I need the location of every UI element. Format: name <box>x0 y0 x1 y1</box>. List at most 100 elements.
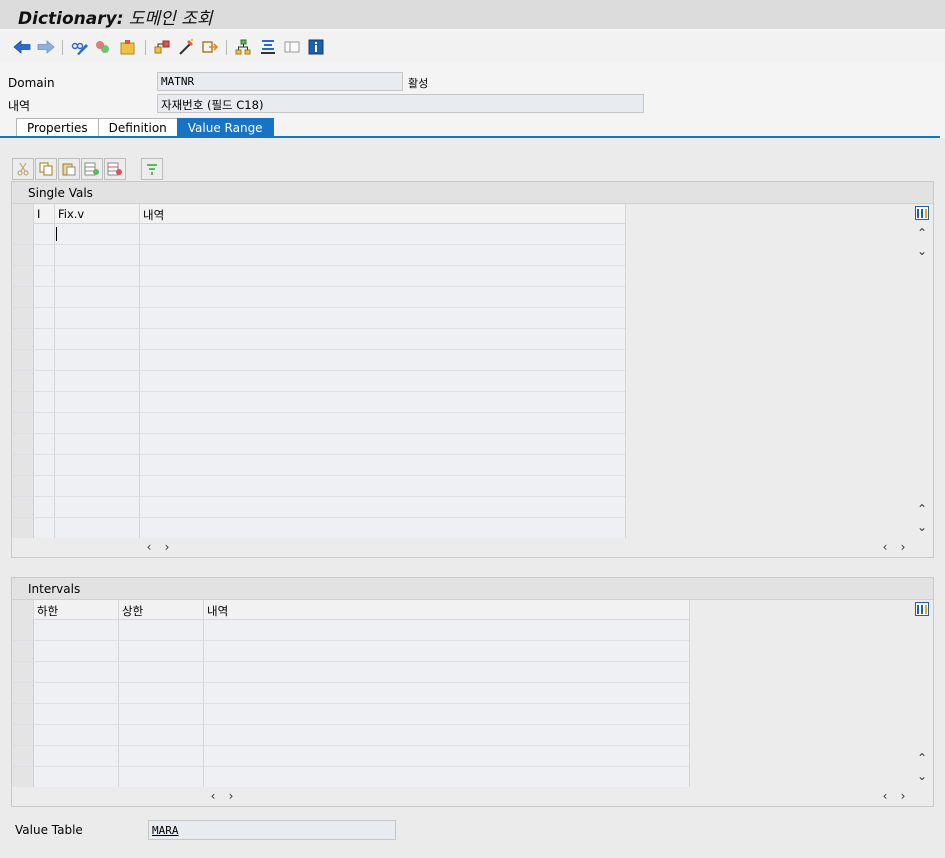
row-selector[interactable] <box>12 746 34 766</box>
activate-icon[interactable] <box>118 37 138 57</box>
table-row[interactable] <box>12 413 625 434</box>
table-row[interactable] <box>12 371 625 392</box>
table-cell[interactable] <box>34 329 55 349</box>
row-selector[interactable] <box>12 266 34 286</box>
table-cell[interactable] <box>140 308 625 328</box>
table-row[interactable] <box>12 287 625 308</box>
table-cell[interactable] <box>119 767 204 787</box>
scroll-down-icon[interactable]: ⌄ <box>915 520 929 534</box>
table-cell[interactable] <box>55 497 140 517</box>
insert-row-icon[interactable] <box>81 158 103 180</box>
table-cell[interactable] <box>34 350 55 370</box>
table-cell[interactable] <box>119 620 204 640</box>
row-selector[interactable] <box>12 371 34 391</box>
row-selector[interactable] <box>12 308 34 328</box>
copy-icon[interactable] <box>35 158 57 180</box>
row-selector[interactable] <box>12 350 34 370</box>
column-header-description[interactable]: 내역 <box>140 204 625 224</box>
table-cell[interactable] <box>204 704 689 724</box>
table-cell[interactable] <box>140 476 625 496</box>
table-cell[interactable] <box>140 350 625 370</box>
value-table-field[interactable]: MARA <box>148 820 396 840</box>
tab-value-range[interactable]: Value Range <box>176 118 274 137</box>
info-icon[interactable] <box>306 37 326 57</box>
table-cell[interactable] <box>140 245 625 265</box>
table-cell[interactable] <box>34 620 119 640</box>
row-selector[interactable] <box>12 662 34 682</box>
column-header-lower-limit[interactable]: 하한 <box>34 600 119 620</box>
table-cell[interactable] <box>140 497 625 517</box>
table-cell[interactable] <box>55 224 140 244</box>
row-selector[interactable] <box>12 497 34 517</box>
table-row[interactable] <box>12 620 689 641</box>
table-cell[interactable] <box>140 224 625 244</box>
table-row[interactable] <box>12 308 625 329</box>
table-row[interactable] <box>12 641 689 662</box>
table-cell[interactable] <box>119 725 204 745</box>
table-row[interactable] <box>12 662 689 683</box>
table-cell[interactable] <box>119 662 204 682</box>
other-object-icon[interactable] <box>70 37 90 57</box>
table-cell[interactable] <box>204 683 689 703</box>
row-selector[interactable] <box>12 392 34 412</box>
display-change-icon[interactable] <box>93 37 113 57</box>
table-cell[interactable] <box>55 476 140 496</box>
table-cell[interactable] <box>34 413 55 433</box>
delete-row-icon[interactable] <box>104 158 126 180</box>
table-cell[interactable] <box>34 308 55 328</box>
table-row[interactable] <box>12 497 625 518</box>
table-cell[interactable] <box>119 641 204 661</box>
table-cell[interactable] <box>204 725 689 745</box>
table-cell[interactable] <box>34 497 55 517</box>
table-row[interactable] <box>12 245 625 266</box>
table-cell[interactable] <box>140 413 625 433</box>
scroll-left-icon[interactable]: ‹ <box>206 789 220 803</box>
scroll-right-icon[interactable]: › <box>160 540 174 554</box>
scroll-left-icon[interactable]: ‹ <box>878 540 892 554</box>
row-select-header[interactable] <box>12 600 34 620</box>
table-cell[interactable] <box>34 224 55 244</box>
table-cell[interactable] <box>34 662 119 682</box>
table-cell[interactable] <box>34 767 119 787</box>
row-selector[interactable] <box>12 518 34 538</box>
table-cell[interactable] <box>34 704 119 724</box>
row-selector[interactable] <box>12 434 34 454</box>
forward-icon[interactable] <box>36 37 56 57</box>
table-cell[interactable] <box>55 266 140 286</box>
scroll-up-icon[interactable]: ⌃ <box>915 226 929 240</box>
row-selector[interactable] <box>12 329 34 349</box>
filter-icon[interactable] <box>141 158 163 180</box>
table-cell[interactable] <box>119 704 204 724</box>
table-cell[interactable] <box>204 746 689 766</box>
row-selector[interactable] <box>12 455 34 475</box>
table-cell[interactable] <box>34 641 119 661</box>
table-cell[interactable] <box>140 518 625 538</box>
scroll-right-icon[interactable]: › <box>896 540 910 554</box>
scroll-left-icon[interactable]: ‹ <box>142 540 156 554</box>
scroll-down-icon[interactable]: ⌄ <box>915 769 929 783</box>
table-cell[interactable] <box>34 371 55 391</box>
table-cell[interactable] <box>34 518 55 538</box>
table-cell[interactable] <box>140 266 625 286</box>
row-selector[interactable] <box>12 725 34 745</box>
table-cell[interactable] <box>140 455 625 475</box>
table-row[interactable] <box>12 266 625 287</box>
table-cell[interactable] <box>34 455 55 475</box>
table-cell[interactable] <box>34 746 119 766</box>
row-selector[interactable] <box>12 704 34 724</box>
table-cell[interactable] <box>34 392 55 412</box>
table-cell[interactable] <box>204 641 689 661</box>
description-field[interactable]: 자재번호 (필드 C18) <box>157 94 644 113</box>
row-selector[interactable] <box>12 224 34 244</box>
table-cell[interactable] <box>140 287 625 307</box>
table-cell[interactable] <box>34 245 55 265</box>
table-cell[interactable] <box>55 329 140 349</box>
scroll-up-icon[interactable]: ⌃ <box>915 751 929 765</box>
table-cell[interactable] <box>34 476 55 496</box>
object-list-icon[interactable] <box>176 37 196 57</box>
table-row[interactable] <box>12 224 625 245</box>
tab-definition[interactable]: Definition <box>97 118 178 137</box>
table-row[interactable] <box>12 455 625 476</box>
table-cell[interactable] <box>204 767 689 787</box>
table-row[interactable] <box>12 476 625 497</box>
